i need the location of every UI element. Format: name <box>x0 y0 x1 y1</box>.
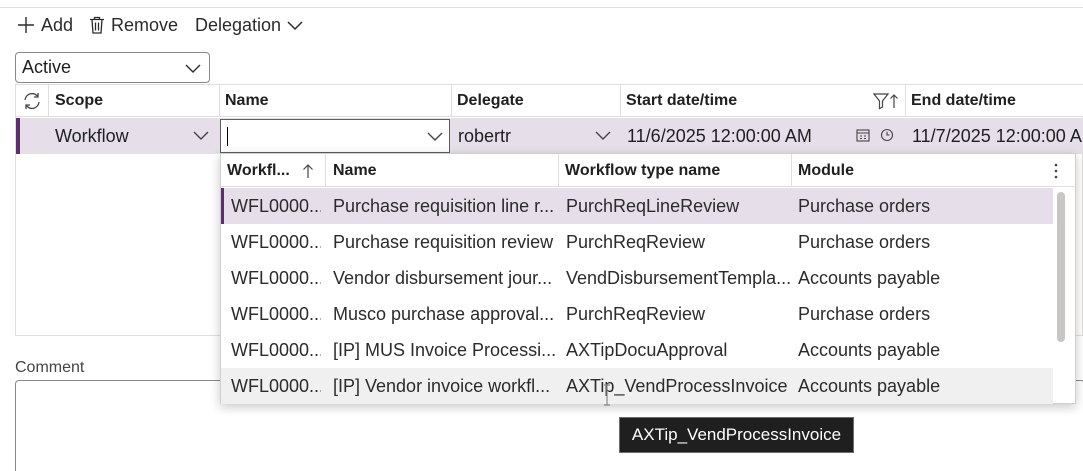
lookup-module: Accounts payable <box>798 267 941 288</box>
lookup-name: Vendor disbursement jour... <box>333 267 553 288</box>
column-header-name[interactable]: Name <box>225 85 269 117</box>
column-header-start[interactable]: Start date/time <box>626 85 737 117</box>
top-divider <box>0 7 1083 8</box>
lookup-module: Accounts payable <box>798 375 941 396</box>
lookup-column-id[interactable]: Workfl... <box>227 154 314 187</box>
start-datetime-cell[interactable]: 11/6/2025 12:00:00 AM <box>627 118 852 154</box>
lookup-module: Purchase orders <box>798 303 931 324</box>
list-item[interactable]: WFL0000... Purchase requisition review P… <box>221 224 1053 260</box>
chevron-down-icon[interactable] <box>193 129 209 141</box>
lookup-module: Purchase orders <box>798 231 931 252</box>
workflow-lookup-dropdown: Workfl... Name Workflow type name Module… <box>220 153 1076 404</box>
list-item[interactable]: WFL0000... Purchase requisition line r..… <box>221 188 1053 224</box>
column-divider <box>791 154 792 187</box>
plus-icon <box>17 16 35 34</box>
chevron-down-icon[interactable] <box>427 130 443 142</box>
column-header-end[interactable]: End date/time <box>911 85 1016 117</box>
text-caret <box>227 127 228 146</box>
lookup-column-id-label: Workfl... <box>227 161 290 179</box>
scope-cell[interactable]: Workflow <box>55 118 215 154</box>
row-selected-indicator <box>16 118 20 154</box>
list-item[interactable]: WFL0000... [IP] MUS Invoice Processi... … <box>221 332 1053 368</box>
list-item[interactable]: WFL0000... [IP] Vendor invoice workfl...… <box>221 368 1053 404</box>
name-lookup-input[interactable] <box>220 119 450 153</box>
delegation-label: Delegation <box>195 14 282 35</box>
column-header-scope[interactable]: Scope <box>55 85 103 117</box>
lookup-id: WFL0000... <box>231 267 321 288</box>
lookup-column-name[interactable]: Name <box>333 154 377 187</box>
lookup-type: AXTip_VendProcessInvoice <box>566 375 788 396</box>
add-label: Add <box>41 14 74 35</box>
column-divider <box>219 85 220 117</box>
column-divider <box>558 154 559 187</box>
scope-value: Workflow <box>55 125 129 146</box>
chevron-down-icon[interactable] <box>595 129 611 141</box>
lookup-type: PurchReqReview <box>566 303 706 324</box>
lookup-id: WFL0000... <box>231 339 321 360</box>
lookup-module: Purchase orders <box>798 195 931 216</box>
end-datetime-value: 11/7/2025 12:00:00 A <box>912 125 1082 146</box>
lookup-name: Purchase requisition line r... <box>333 195 555 216</box>
delegation-menu-button[interactable]: Delegation <box>195 14 303 36</box>
chevron-down-icon <box>287 19 303 31</box>
status-filter-value: Active <box>22 57 72 77</box>
end-datetime-cell[interactable]: 11/7/2025 12:00:00 A <box>912 118 1083 154</box>
delegate-cell[interactable]: robertr <box>458 118 598 154</box>
list-item[interactable]: WFL0000... Vendor disbursement jour... V… <box>221 260 1053 296</box>
lookup-column-module[interactable]: Module <box>798 154 854 187</box>
lookup-name: Musco purchase approval... <box>333 303 555 324</box>
filter-sort-icon[interactable] <box>873 92 899 110</box>
lookup-rows: WFL0000... Purchase requisition line r..… <box>221 188 1053 404</box>
column-divider <box>905 85 906 117</box>
remove-label: Remove <box>111 14 179 35</box>
start-datetime-value: 11/6/2025 12:00:00 AM <box>627 125 812 146</box>
add-button[interactable]: Add <box>17 14 73 36</box>
clock-icon[interactable] <box>880 128 894 142</box>
column-divider <box>451 85 452 117</box>
lookup-header: Workfl... Name Workflow type name Module <box>221 154 1075 187</box>
text-cursor-icon <box>602 384 612 411</box>
delegate-value: robertr <box>458 125 512 146</box>
refresh-icon[interactable] <box>22 92 42 110</box>
sort-ascending-icon <box>302 163 314 179</box>
calendar-icon[interactable] <box>856 128 870 142</box>
lookup-type: AXTipDocuApproval <box>566 339 728 360</box>
lookup-column-type[interactable]: Workflow type name <box>565 154 720 187</box>
lookup-name: [IP] MUS Invoice Processi... <box>333 339 557 360</box>
lookup-scrollbar-thumb[interactable] <box>1057 192 1065 342</box>
lookup-type: PurchReqLineReview <box>566 195 740 216</box>
column-divider <box>620 85 621 117</box>
lookup-id: WFL0000... <box>231 195 321 216</box>
list-item[interactable]: WFL0000... Musco purchase approval... Pu… <box>221 296 1053 332</box>
lookup-name: [IP] Vendor invoice workfl... <box>333 375 551 396</box>
lookup-type: PurchReqReview <box>566 231 706 252</box>
column-header-delegate[interactable]: Delegate <box>457 85 524 117</box>
lookup-id: WFL0000... <box>231 303 321 324</box>
lookup-id: WFL0000... <box>231 231 321 252</box>
trash-icon <box>89 16 105 34</box>
lookup-id: WFL0000... <box>231 375 321 396</box>
lookup-name: Purchase requisition review <box>333 231 554 252</box>
chevron-down-icon <box>185 62 201 74</box>
tooltip: AXTip_VendProcessInvoice <box>619 417 854 453</box>
remove-button[interactable]: Remove <box>89 14 178 36</box>
lookup-module: Accounts payable <box>798 339 941 360</box>
comment-label: Comment <box>15 359 85 376</box>
more-options-icon[interactable] <box>1053 162 1059 180</box>
row-selected-indicator <box>221 188 224 224</box>
status-filter-select[interactable]: Active <box>15 52 210 83</box>
lookup-type: VendDisbursementTempla... <box>566 267 791 288</box>
column-divider <box>48 85 49 117</box>
column-divider <box>325 154 326 187</box>
